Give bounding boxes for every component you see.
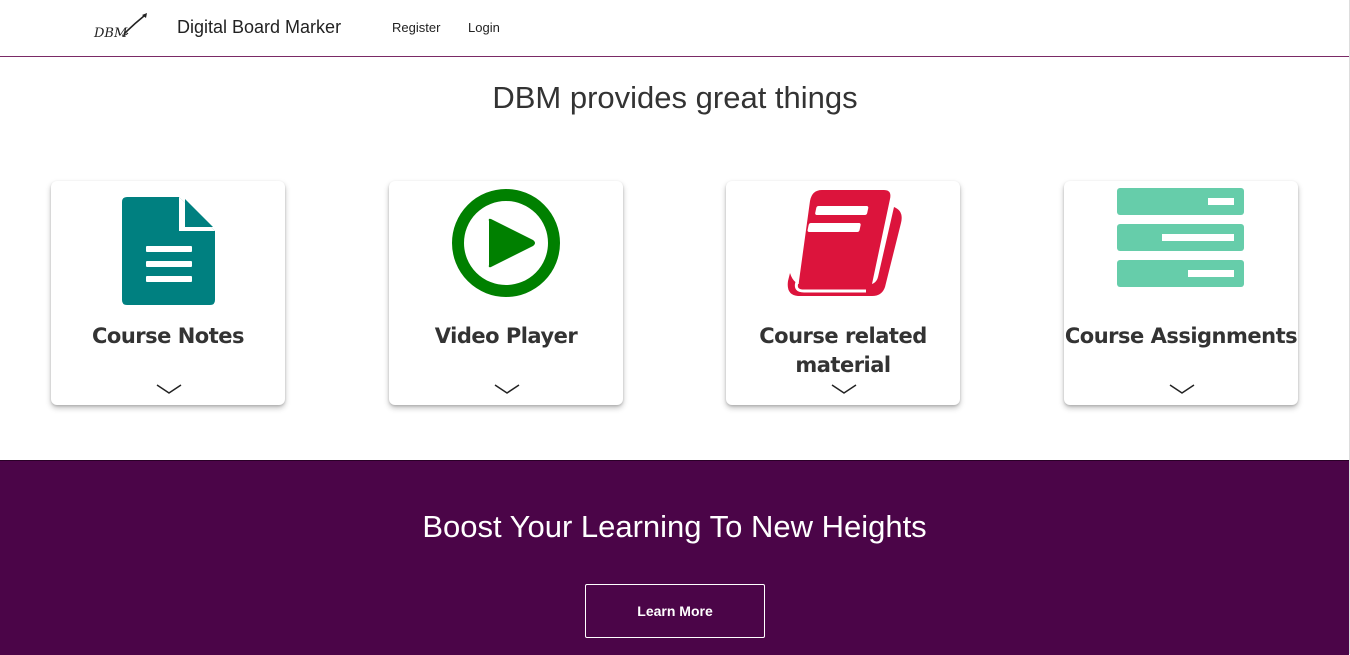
chevron-down-icon[interactable] bbox=[494, 383, 520, 395]
page-headline: DBM provides great things bbox=[492, 80, 858, 115]
card-course-notes[interactable]: Course Notes bbox=[51, 181, 285, 405]
register-link[interactable]: Register bbox=[392, 20, 440, 35]
card-course-assignments[interactable]: Course Assignments bbox=[1064, 181, 1298, 405]
chevron-down-icon[interactable] bbox=[1169, 383, 1195, 395]
document-icon bbox=[51, 181, 285, 306]
book-icon bbox=[726, 181, 960, 306]
card-title: Video Player bbox=[434, 324, 578, 348]
chevron-down-icon[interactable] bbox=[831, 383, 857, 395]
chevron-down-icon[interactable] bbox=[156, 383, 182, 395]
card-video-player[interactable]: Video Player bbox=[389, 181, 623, 405]
list-bars-icon bbox=[1064, 181, 1298, 306]
login-link[interactable]: Login bbox=[468, 20, 500, 35]
card-title: Course related material bbox=[759, 324, 927, 377]
dbm-logo[interactable]: DBM bbox=[92, 12, 152, 42]
card-title: Course Assignments bbox=[1064, 324, 1298, 348]
banner-title: Boost Your Learning To New Heights bbox=[422, 509, 927, 544]
learn-more-button[interactable]: Learn More bbox=[585, 584, 765, 638]
card-course-material[interactable]: Course related material bbox=[726, 181, 960, 405]
card-title: Course Notes bbox=[92, 324, 244, 348]
cta-banner: Boost Your Learning To New Heights Learn… bbox=[0, 460, 1349, 655]
brand-name[interactable]: Digital Board Marker bbox=[177, 17, 341, 38]
play-circle-icon bbox=[389, 181, 623, 306]
top-navbar: DBM Digital Board Marker Register Login bbox=[0, 0, 1350, 57]
svg-text:DBM: DBM bbox=[93, 26, 128, 41]
